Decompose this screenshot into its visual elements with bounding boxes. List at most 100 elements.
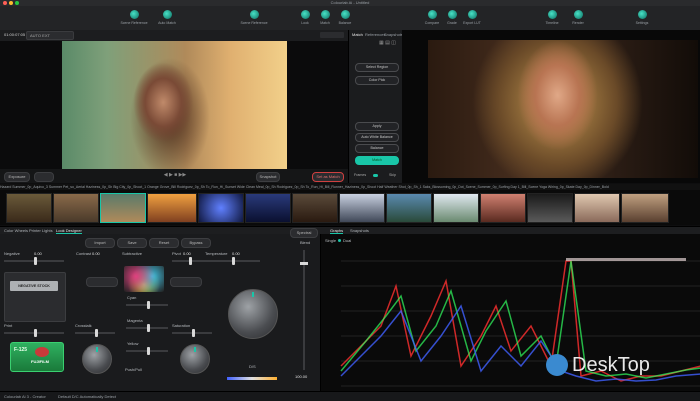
magenta-label: Magenta [127,318,143,323]
negative-label: Negative [4,251,20,256]
thumbnail[interactable] [245,193,291,223]
negative-slider[interactable] [4,257,64,265]
temperature-dial[interactable] [228,289,278,339]
temperature-value: 0.00 [232,251,240,256]
blend-slider[interactable] [300,250,308,370]
frames-toggle[interactable] [373,174,378,177]
tab-printer-lights[interactable]: Printer Lights [29,228,53,233]
exposure-button[interactable]: Exposure [4,172,30,182]
balance-button[interactable]: Balance [355,144,399,153]
single-radio[interactable] [338,239,341,242]
thumbnail[interactable] [621,193,669,223]
clapper-icon [129,10,139,19]
toolbar-item-10[interactable]: Render [556,10,600,30]
set-as-match-button[interactable]: Set as Match [312,172,344,182]
print-slider[interactable] [4,329,64,337]
toolbar-item-1[interactable]: Auto Match [145,10,189,30]
thumbnail[interactable] [6,193,52,223]
watermark-logo [546,354,568,376]
magenta-slider[interactable] [126,324,168,332]
tab-scope-snapshots[interactable]: Snapshots [350,228,369,233]
range-select[interactable] [34,172,54,182]
timecode: 01:00:07:05 [4,32,26,37]
scope-dual-label: Dual [343,238,352,243]
frames-label: Frames [354,173,367,177]
saturation-slider[interactable] [172,329,212,337]
view-options-button[interactable] [320,32,344,38]
pivot-slider[interactable] [172,257,206,265]
tab-color-wheels[interactable]: Color Wheels [4,228,28,233]
thumbnail[interactable] [147,193,197,223]
crosstalk-label: Crosstalk [75,323,92,328]
thumbnail[interactable] [292,193,338,223]
reset-button[interactable]: Reset [149,238,179,248]
toolbar-item-2[interactable]: Scene Reference [232,10,276,30]
subtractive-label: Subtractive [122,251,143,256]
render-icon [573,10,583,19]
push-pull-label: Push/Pull [125,367,142,372]
snapshot-button[interactable]: Snapshot [256,172,280,182]
gear-icon [637,10,647,19]
target-icon [162,10,172,19]
status-left: Colourlab Ai 3 - Creator [4,394,46,399]
thumbnail[interactable] [574,193,620,223]
import-button[interactable]: Import [85,238,115,248]
source-frame-image [62,41,287,169]
watermark: DeskTop [546,352,696,378]
cyan-slider[interactable] [126,301,168,309]
filmstrip[interactable] [0,190,700,225]
toolbar-item-8[interactable]: Export LUT [450,10,494,30]
thumbnail[interactable] [480,193,526,223]
yellow-label: Yellow [127,341,139,346]
thumbnail[interactable] [53,193,99,223]
apply-button[interactable]: Apply [355,122,399,131]
tab-match[interactable]: Match [352,32,363,37]
yellow-slider[interactable] [126,347,168,355]
color-cube-preview [124,266,164,292]
tab-references[interactable]: References [365,32,385,37]
save-button[interactable]: Save [117,238,147,248]
watermark-text: DeskTop [572,354,650,376]
viewer-left-header: 01:00:07:05 AUTO EXT [0,30,348,41]
saturation-dial[interactable] [180,344,210,374]
viewer-right [402,30,700,183]
dial-label: D/S [249,364,256,369]
thumbnail[interactable] [386,193,432,223]
auto-white-balance-button[interactable]: Auto White Balance [355,133,399,142]
skip-label: Skip [389,173,396,177]
print-stock-logo [35,347,49,357]
print-stock-name: FUJIFILM [31,359,49,364]
look-designer-panel: Import Save Reset Bypass Spectral Blend … [0,228,320,391]
pivot-stepper[interactable] [170,277,202,287]
crosstalk-slider[interactable] [75,329,115,337]
mode-select[interactable]: AUTO EXT [26,31,74,40]
thumbnail[interactable] [527,193,573,223]
thumbnail-selected[interactable] [100,193,146,223]
print-code: F-125 [14,347,28,353]
tab-snapshots[interactable]: Snapshots [384,32,403,37]
blend-value: 100.00 [295,374,308,379]
temperature-slider[interactable] [205,257,260,265]
temperature-gradient [227,377,277,380]
bypass-button[interactable]: Bypass [181,238,211,248]
toolbar-item-11[interactable]: Settings [620,10,664,30]
match-button[interactable]: Match [355,156,399,165]
crosstalk-dial[interactable] [82,344,112,374]
select-region-button[interactable]: Select Region [355,63,399,72]
negative-value: 0.00 [34,251,42,256]
color-pick-button[interactable]: Color Pick [355,76,399,85]
thumbnail[interactable] [433,193,479,223]
toolbar-item-5[interactable]: Balance [323,10,367,30]
thumbnail[interactable] [198,193,244,223]
transport-controls[interactable]: ◀ ▶ ■ ▶▶ [150,173,200,178]
contrast-stepper[interactable] [86,277,118,287]
spectral-button[interactable]: Spectral [290,228,318,238]
print-stock-card[interactable]: F-125 FUJIFILM [10,342,64,372]
viewer-left-controls: Exposure ◀ ▶ ■ ▶▶ Snapshot Set as Match [0,169,348,183]
grid-view-icons[interactable]: ▦ ▤ ◫ [379,40,396,46]
negative-stock-pad[interactable]: NEGATIVE STOCK [4,272,66,322]
thumbnail[interactable] [339,193,385,223]
reference-frame-image [428,40,698,178]
saturation-label: Saturation [172,323,191,328]
scope-single-label: Single [325,238,337,243]
